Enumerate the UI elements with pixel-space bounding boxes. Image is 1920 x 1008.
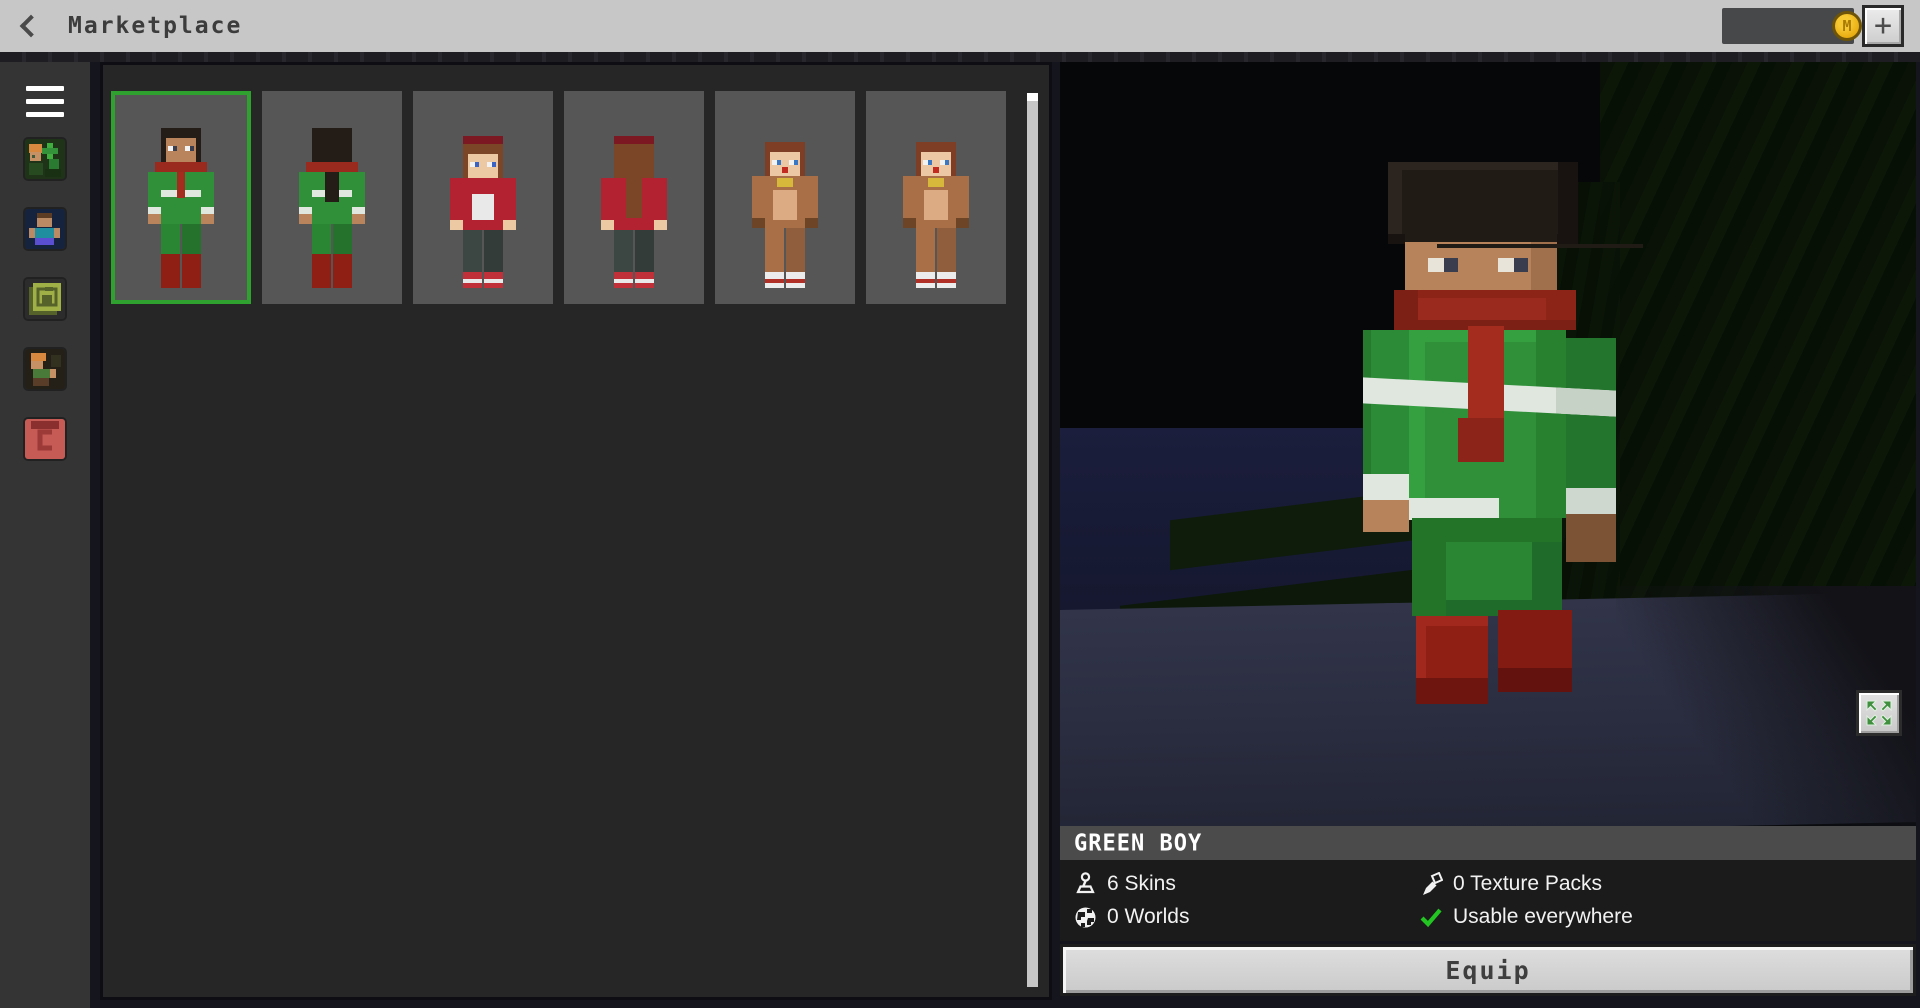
pack-title: GREEN BOY (1074, 830, 1202, 856)
character-hand-right (1566, 514, 1616, 562)
skin-pack-steve-icon (25, 209, 65, 249)
armor-stand-icon (1074, 872, 1097, 895)
topbar-divider (0, 52, 1920, 62)
hamburger-menu-icon[interactable] (26, 86, 64, 117)
character-shorts (1412, 518, 1562, 616)
pack-detail-panel: GREEN BOY 6 Skins 0 Texture Packs (1060, 62, 1916, 1008)
expand-arrows-icon (1864, 698, 1894, 728)
back-button[interactable] (0, 0, 56, 52)
character-scarf-tail (1468, 326, 1504, 426)
chevron-left-icon (20, 15, 43, 38)
character-cuff-left (1363, 474, 1409, 500)
paintbrush-icon (1419, 872, 1443, 896)
character-scarf-tail-tip (1458, 418, 1504, 462)
stat-usable-everywhere: Usable everywhere (1419, 902, 1916, 934)
sidebar-item-skin-pack-forest-character[interactable] (25, 139, 65, 179)
character-hair-fringe (1405, 226, 1557, 242)
character-boot-left (1416, 616, 1488, 704)
character-cuff-right (1566, 488, 1616, 514)
skin-thumbnail-red-hoodie-back (601, 136, 667, 288)
skin-thumbnail-green-sweater-front (148, 128, 214, 288)
globe-icon (1074, 906, 1097, 929)
skin-pack-bundle-icon (25, 279, 65, 319)
skin-grid (103, 65, 1049, 304)
skin-tile-reindeer-costume-back[interactable] (866, 91, 1006, 304)
sidebar (0, 62, 90, 1008)
pack-stats: 6 Skins 0 Texture Packs 0 Worlds Usabl (1060, 860, 1916, 941)
skin-pack-adventurer-icon (25, 349, 65, 389)
equip-button[interactable]: Equip (1060, 944, 1916, 996)
page-title: Marketplace (68, 13, 242, 39)
check-icon (1419, 905, 1443, 929)
stat-skins-label: 6 Skins (1107, 872, 1176, 896)
stat-texture-packs: 0 Texture Packs (1419, 868, 1916, 900)
character-scarf (1394, 290, 1576, 330)
minecoin-balance[interactable]: M (1722, 8, 1854, 44)
sidebar-item-skin-pack-bundle[interactable] (25, 279, 65, 319)
stat-usable-label: Usable everywhere (1453, 905, 1633, 929)
character-eye-left (1428, 258, 1458, 272)
skin-thumbnail-reindeer-costume-front (752, 142, 818, 288)
character-sweater-trim (1409, 498, 1499, 520)
skin-list-panel (100, 62, 1052, 1000)
character-eye-right (1498, 258, 1528, 272)
character-boot-right (1498, 610, 1572, 692)
sidebar-item-skin-pack-red-case[interactable] (25, 419, 65, 459)
skin-3d-preview (1060, 62, 1916, 826)
pack-title-bar: GREEN BOY (1060, 826, 1916, 860)
add-coins-button[interactable]: + (1862, 5, 1904, 47)
skin-thumbnail-green-sweater-back (299, 128, 365, 288)
skin-tile-reindeer-costume-front[interactable] (715, 91, 855, 304)
character-arm-left (1363, 330, 1409, 482)
top-bar: Marketplace M + (0, 0, 1920, 52)
skin-tile-red-hoodie-back[interactable] (564, 91, 704, 304)
expand-preview-button[interactable] (1856, 690, 1902, 736)
skin-thumbnail-red-hoodie-front (450, 136, 516, 288)
skin-tile-green-sweater-front[interactable] (111, 91, 251, 304)
stat-worlds: 0 Worlds (1074, 902, 1419, 934)
stat-texture-packs-label: 0 Texture Packs (1453, 872, 1602, 896)
minecoin-icon: M (1832, 11, 1862, 41)
skin-pack-forest-character-icon (25, 139, 65, 179)
character-arm-right (1566, 338, 1616, 496)
sidebar-item-skin-pack-steve[interactable] (25, 209, 65, 249)
skin-thumbnail-reindeer-costume-back (903, 142, 969, 288)
stat-worlds-label: 0 Worlds (1107, 905, 1189, 929)
equip-button-label: Equip (1445, 956, 1530, 985)
stat-skins: 6 Skins (1074, 868, 1419, 900)
sidebar-item-skin-pack-adventurer[interactable] (25, 349, 65, 389)
vertical-scrollbar[interactable] (1027, 93, 1038, 987)
skin-tile-green-sweater-back[interactable] (262, 91, 402, 304)
preview-character (1060, 62, 1916, 826)
character-hand-left (1363, 500, 1409, 532)
skin-pack-red-case-icon (25, 419, 65, 459)
skin-tile-red-hoodie-front[interactable] (413, 91, 553, 304)
